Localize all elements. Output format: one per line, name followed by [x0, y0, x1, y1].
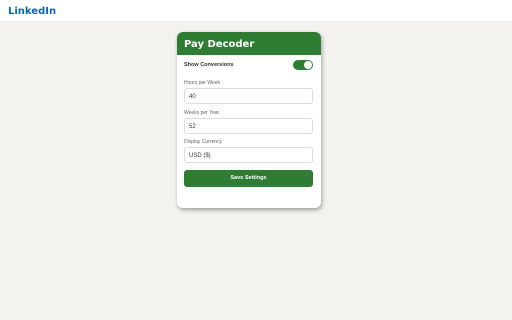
weeks-per-year-input[interactable]: 52: [184, 118, 313, 134]
show-conversions-row: Show Conversions: [184, 60, 313, 72]
popup-title: Pay Decoder: [177, 32, 321, 55]
hours-per-week-input[interactable]: 40: [184, 88, 313, 104]
weeks-per-year-label: Weeks per Year: [184, 110, 220, 116]
linkedin-logo[interactable]: LinkedIn: [8, 6, 56, 17]
top-bar: LinkedIn: [0, 0, 512, 21]
save-settings-button[interactable]: Save Settings: [184, 170, 313, 187]
hours-per-week-label: Hours per Week: [184, 80, 221, 86]
toggle-knob: [304, 61, 312, 69]
pay-decoder-popup: Pay Decoder Show Conversions Hours per W…: [177, 32, 321, 208]
display-currency-label: Display Currency: [184, 139, 223, 145]
show-conversions-toggle[interactable]: [293, 60, 313, 70]
display-currency-select[interactable]: USD ($): [184, 147, 313, 163]
show-conversions-label: Show Conversions: [184, 62, 234, 68]
